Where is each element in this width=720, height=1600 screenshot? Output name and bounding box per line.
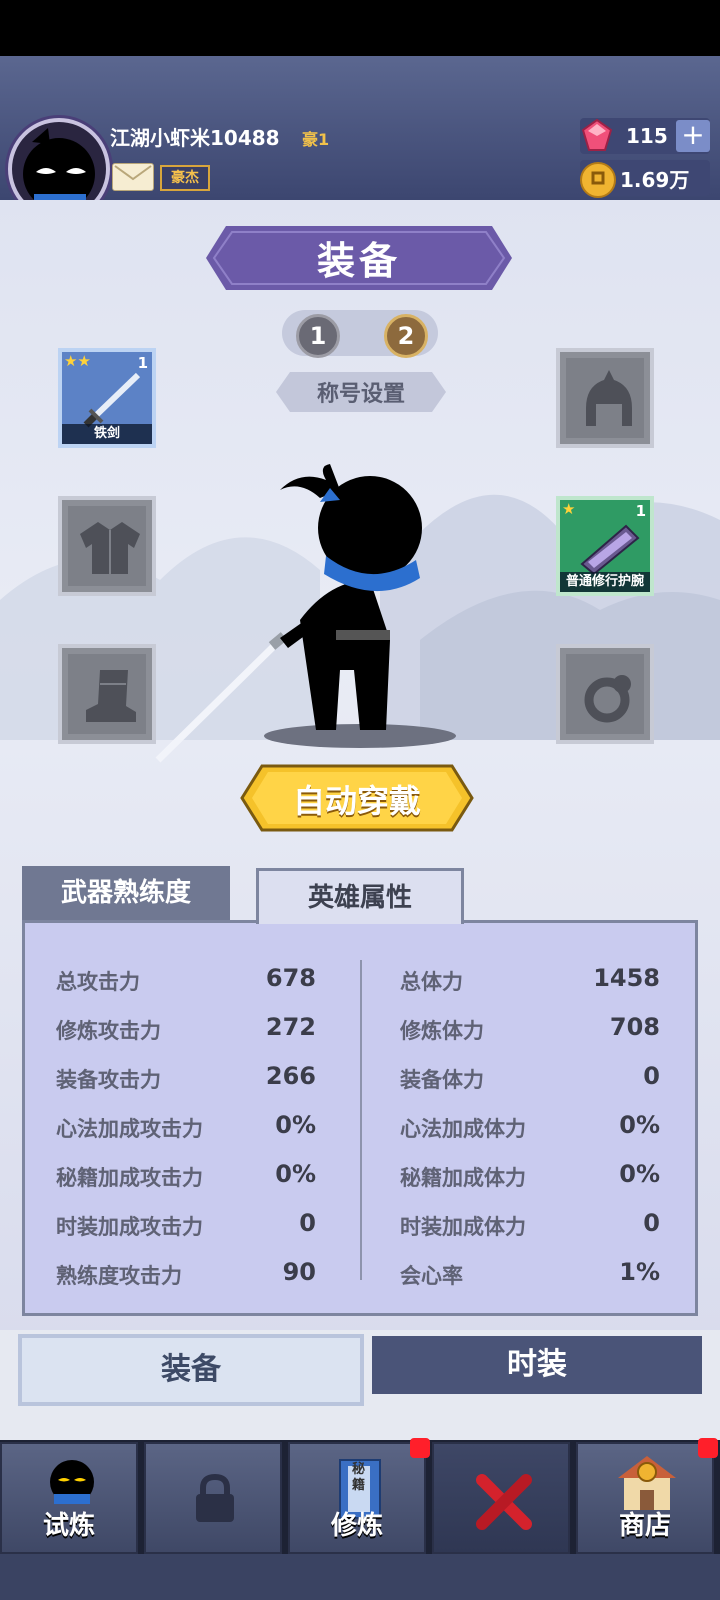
stat-value: 90 xyxy=(282,1258,316,1286)
nav-locked[interactable] xyxy=(144,1442,282,1554)
nav-training-label: 修炼 xyxy=(330,1511,383,1541)
armor-slot[interactable] xyxy=(58,496,156,596)
stat-value: 266 xyxy=(265,1062,316,1090)
vip-level-badge: 豪1 xyxy=(302,130,330,149)
stat-value: 0 xyxy=(299,1209,316,1237)
stat-value: 708 xyxy=(609,1013,660,1041)
bracer-stars: ★ xyxy=(562,500,576,518)
stat-label: 时装加成攻击力 xyxy=(56,1215,203,1239)
nav-training[interactable]: 秘籍 修炼 xyxy=(288,1438,430,1554)
close-icon xyxy=(476,1474,532,1530)
shop-icon xyxy=(618,1456,676,1510)
stat-label: 修炼体力 xyxy=(400,1019,484,1043)
bracer-level: 1 xyxy=(635,502,646,520)
stat-label: 心法加成攻击力 xyxy=(56,1117,203,1141)
stat-value: 0% xyxy=(275,1160,316,1188)
stat-label: 心法加成体力 xyxy=(400,1117,526,1141)
stat-label: 秘籍加成攻击力 xyxy=(56,1166,203,1190)
helmet-icon xyxy=(586,370,632,426)
tab-fashion[interactable]: 时装 xyxy=(372,1336,702,1394)
nav-trial[interactable]: 试炼 xyxy=(0,1442,138,1554)
nav-shop[interactable]: 商店 xyxy=(576,1438,718,1554)
stat-label: 总体力 xyxy=(400,970,463,994)
gem-value: 115 xyxy=(626,124,668,148)
tab-hero-attributes[interactable]: 英雄属性 xyxy=(256,868,464,924)
coin-icon xyxy=(580,162,616,198)
stats-divider xyxy=(360,960,362,1280)
bracer-slot[interactable]: ★ 1 普通修行护腕 xyxy=(556,496,654,596)
armor-icon xyxy=(80,522,140,574)
stat-label: 总攻击力 xyxy=(56,970,140,994)
stat-value: 0 xyxy=(643,1062,660,1090)
stat-label: 秘籍加成体力 xyxy=(400,1166,526,1190)
stat-label: 装备攻击力 xyxy=(56,1068,161,1092)
stat-label: 装备体力 xyxy=(400,1068,484,1092)
tab-weapon-mastery[interactable]: 武器熟练度 xyxy=(22,866,230,920)
book-title: 秘籍 xyxy=(352,1462,366,1493)
mail-icon[interactable] xyxy=(112,163,154,191)
ring-icon xyxy=(584,675,631,723)
nav-shop-label: 商店 xyxy=(618,1511,671,1541)
ring-slot[interactable] xyxy=(556,644,654,744)
stat-label: 修炼攻击力 xyxy=(56,1019,161,1043)
notification-dot xyxy=(410,1438,430,1458)
weapon-stars: ★★ xyxy=(64,352,91,370)
status-bar xyxy=(0,0,720,56)
stat-value: 272 xyxy=(265,1013,316,1041)
stat-value: 0% xyxy=(619,1111,660,1139)
title-setting-label: 称号设置 xyxy=(316,382,405,407)
preset-1-button[interactable]: 1 xyxy=(296,314,340,358)
add-gems-button[interactable]: + xyxy=(676,120,710,152)
notification-dot xyxy=(698,1438,718,1458)
nav-trial-label: 试炼 xyxy=(42,1511,95,1541)
stat-label: 时装加成体力 xyxy=(400,1215,526,1239)
helmet-slot[interactable] xyxy=(556,348,654,448)
bracer-icon xyxy=(580,524,640,574)
stat-value: 0% xyxy=(619,1160,660,1188)
stat-value: 1458 xyxy=(593,964,660,992)
auto-equip-label: 自动穿戴 xyxy=(292,782,421,820)
nav-close[interactable] xyxy=(432,1442,570,1554)
boots-icon xyxy=(86,670,136,722)
weapon-name: 铁剑 xyxy=(62,424,152,444)
stat-value: 1% xyxy=(619,1258,660,1286)
tab-equipment[interactable]: 装备 xyxy=(18,1334,364,1406)
stat-value: 0% xyxy=(275,1111,316,1139)
bottom-strip xyxy=(0,1554,720,1600)
rank-badge: 豪杰 xyxy=(160,165,210,191)
preset-2-button[interactable]: 2 xyxy=(384,314,428,358)
player-name: 江湖小虾米10488 xyxy=(110,126,280,150)
page-title: 装备 xyxy=(316,239,401,283)
weapon-slot[interactable]: ★★ 1 铁剑 xyxy=(58,348,156,448)
bracer-name: 普通修行护腕 xyxy=(560,572,650,592)
stat-label: 会心率 xyxy=(400,1264,463,1288)
lock-icon xyxy=(196,1474,234,1522)
stat-value: 0 xyxy=(643,1209,660,1237)
hero-character xyxy=(155,464,456,763)
gem-icon xyxy=(580,118,614,152)
sword-icon xyxy=(83,372,141,428)
coin-value: 1.69万 xyxy=(620,168,690,192)
stat-label: 熟练度攻击力 xyxy=(56,1264,182,1288)
stat-value: 678 xyxy=(265,964,316,992)
ninja-icon xyxy=(50,1460,94,1504)
boots-slot[interactable] xyxy=(58,644,156,744)
